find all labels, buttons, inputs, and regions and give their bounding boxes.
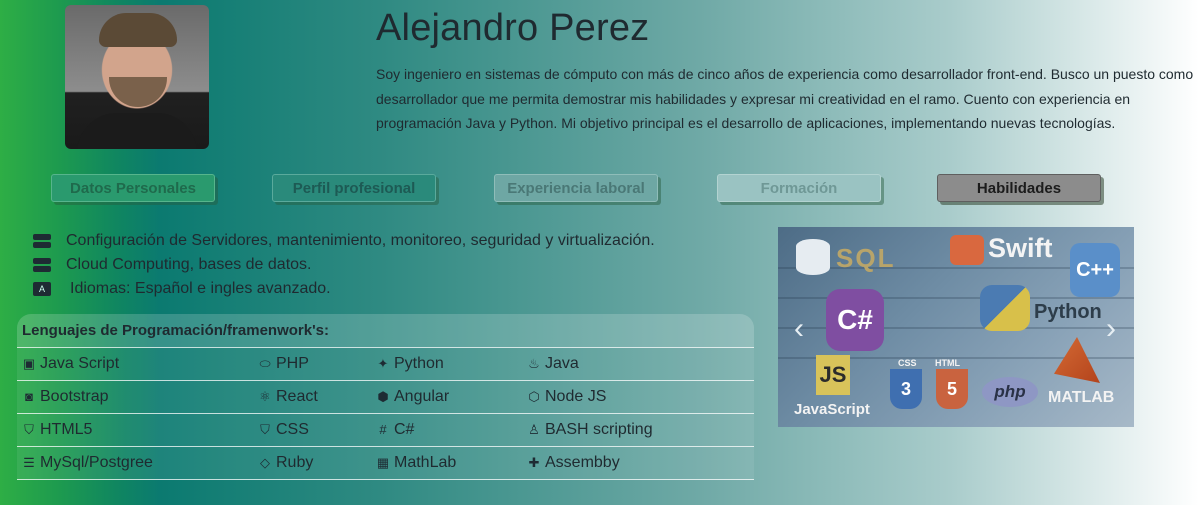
profile-bio: Soy ingeniero en sistemas de cómputo con…: [376, 66, 1194, 131]
skill-text: Idiomas: Español e ingles avanzado.: [70, 280, 331, 297]
server-icon: [33, 258, 51, 272]
tab-perfil-profesional[interactable]: Perfil profesional: [272, 174, 436, 202]
table-cell: ⬭ PHP: [257, 348, 309, 380]
table-cell: ▣ Java Script: [21, 348, 119, 380]
cell-label: Java Script: [40, 355, 120, 372]
languages-table-header: Lenguajes de Programación/framenwork's:: [17, 314, 754, 347]
table-cell: ♨ Java: [526, 348, 579, 380]
server-icon: [33, 234, 51, 248]
cell-label: Ruby: [276, 454, 314, 471]
languages-table: Lenguajes de Programación/framenwork's: …: [17, 314, 754, 480]
carousel-prev-button[interactable]: ‹: [794, 312, 804, 346]
table-cell: ◙ Bootstrap: [21, 381, 108, 413]
photo-shirt: [77, 113, 197, 149]
database-icon: ☰: [23, 455, 35, 470]
css-logo: 3: [890, 369, 922, 409]
php-logo: php: [982, 377, 1038, 407]
cell-label: CSS: [276, 421, 309, 438]
table-cell: ▦ MathLab: [375, 447, 456, 479]
table-cell: ⚛ React: [257, 381, 318, 413]
css-icon: ⛉: [260, 422, 270, 437]
skill-item: Configuración de Servidores, mantenimien…: [33, 229, 655, 253]
calculator-icon: ▦: [376, 455, 390, 470]
matlab-logo-icon: [1054, 337, 1100, 383]
linux-icon: ♙: [528, 422, 540, 437]
cell-label: React: [276, 388, 318, 405]
php-icon: ⬭: [259, 356, 271, 371]
table-cell: ♙ BASH scripting: [526, 414, 653, 446]
sql-logo: SQL: [836, 243, 896, 273]
js-icon: ▣: [22, 356, 36, 371]
table-cell: ⛉ HTML5: [21, 414, 92, 446]
cell-label: C#: [394, 421, 415, 438]
cell-label: Angular: [394, 388, 450, 405]
css-logo-label: CSS: [898, 358, 917, 368]
skills-list: Configuración de Servidores, mantenimien…: [33, 229, 655, 301]
skill-item: Cloud Computing, bases de datos.: [33, 253, 655, 277]
html5-icon: ⛉: [24, 422, 34, 437]
carousel-next-button[interactable]: ›: [1106, 312, 1116, 346]
cell-label: Bootstrap: [40, 388, 109, 405]
profile-photo: [65, 5, 209, 149]
table-row: ▣ Java Script ⬭ PHP ✦ Python ♨ Java: [17, 347, 754, 380]
html-logo-label: HTML: [935, 358, 960, 368]
matlab-logo: MATLAB: [1048, 389, 1115, 406]
table-cell: # C#: [375, 414, 414, 446]
skill-item: A Idiomas: Español e ingles avanzado.: [33, 277, 655, 301]
react-icon: ⚛: [259, 389, 271, 404]
hashtag-icon: #: [379, 422, 387, 437]
cell-label: BASH scripting: [545, 421, 653, 438]
table-row: ⛉ HTML5 ⛉ CSS # C# ♙ BASH scripting: [17, 413, 754, 446]
cell-label: MathLab: [394, 454, 457, 471]
javascript-logo-text: JavaScript: [794, 401, 870, 418]
html-logo: 5: [936, 369, 968, 409]
table-row: ◙ Bootstrap ⚛ React ⬢ Angular ⬡ Node JS: [17, 380, 754, 413]
section-tabs: Datos Personales Perfil profesional Expe…: [0, 174, 1199, 204]
tab-formacion[interactable]: Formación: [717, 174, 881, 202]
cell-label: PHP: [276, 355, 309, 372]
node-icon: ⬡: [528, 389, 540, 404]
swift-logo-icon: [950, 235, 984, 265]
cell-label: MySql/Postgree: [40, 454, 153, 471]
profile-name: Alejandro Perez: [376, 7, 650, 49]
tab-habilidades[interactable]: Habilidades: [937, 174, 1101, 202]
table-cell: ✚ Assembby: [526, 447, 620, 479]
csharp-logo: C#: [826, 289, 884, 351]
python-icon: ✦: [377, 356, 389, 371]
table-cell: ◇ Ruby: [257, 447, 313, 479]
cell-label: Java: [545, 355, 579, 372]
table-cell: ☰ MySql/Postgree: [21, 447, 153, 479]
cell-label: Node JS: [545, 388, 607, 405]
table-row: ☰ MySql/Postgree ◇ Ruby ▦ MathLab ✚ Assembby: [17, 446, 754, 480]
table-cell: ⬢ Angular: [375, 381, 449, 413]
cpp-logo: C++: [1070, 243, 1120, 297]
bootstrap-icon: ◙: [25, 389, 33, 404]
tab-experiencia-laboral[interactable]: Experiencia laboral: [494, 174, 658, 202]
photo-beard: [109, 77, 167, 107]
python-logo-icon: [980, 285, 1030, 331]
skill-text: Configuración de Servidores, mantenimien…: [66, 232, 655, 249]
swift-logo: Swift: [988, 233, 1053, 263]
photo-hair: [99, 13, 177, 47]
table-cell: ⛉ CSS: [257, 414, 309, 446]
gem-icon: ◇: [260, 455, 270, 470]
skill-text: Cloud Computing, bases de datos.: [66, 256, 312, 273]
cell-label: Python: [394, 355, 444, 372]
java-icon: ♨: [528, 356, 540, 371]
table-cell: ⬡ Node JS: [526, 381, 606, 413]
tab-datos-personales[interactable]: Datos Personales: [51, 174, 215, 202]
python-logo: Python: [1034, 301, 1102, 323]
puzzle-icon: ✚: [528, 455, 540, 470]
language-icon: A: [33, 282, 51, 296]
cell-label: Assembby: [545, 454, 620, 471]
skills-carousel: SQL Swift C++ C# Python JS JavaScript CS…: [778, 227, 1134, 427]
js-logo: JS: [816, 355, 850, 395]
table-cell: ✦ Python: [375, 348, 444, 380]
database-logo: [796, 239, 830, 275]
cell-label: HTML5: [40, 421, 93, 438]
angular-icon: ⬢: [377, 389, 389, 404]
